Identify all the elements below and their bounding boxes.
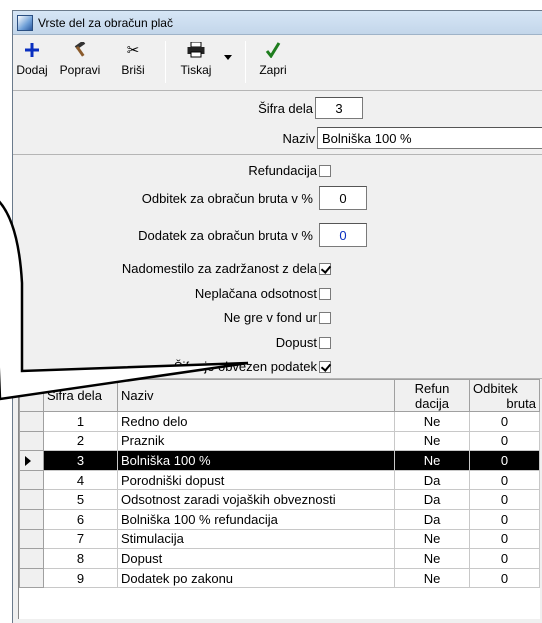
table-row[interactable]: 9 Dodatek po zakonu Ne 0: [19, 567, 540, 589]
compensation-checkbox[interactable]: [319, 263, 331, 275]
hammer-icon: [72, 39, 88, 61]
row-indicator[interactable]: [19, 489, 44, 510]
data-grid: Šifra dela Naziv Refun dacija Odbitek br…: [18, 379, 540, 619]
header-refund[interactable]: Refun dacija: [394, 379, 470, 412]
title-bar: Vrste del za obračun plač: [13, 11, 542, 35]
table-row[interactable]: 5 Odsotnost zaradi vojaških obveznosti D…: [19, 489, 540, 510]
form-header: Šifra dela 3 Naziv Bolniška 100 %: [13, 91, 542, 155]
header-code[interactable]: Šifra dela: [43, 379, 118, 412]
code-field[interactable]: 3: [315, 97, 363, 119]
deduction-field[interactable]: 0: [319, 186, 367, 210]
row-indicator-header: [19, 379, 44, 412]
header-deduction[interactable]: Odbitek bruta: [469, 379, 540, 412]
row-indicator[interactable]: [19, 430, 44, 452]
table-row[interactable]: 6 Bolniška 100 % refundacija Da 0: [19, 508, 540, 530]
toolbar-separator: [165, 41, 166, 83]
addition-field[interactable]: 0: [319, 223, 367, 247]
leave-checkbox[interactable]: [319, 337, 331, 349]
toolbar-separator: [245, 41, 246, 83]
checkmark-icon: [265, 39, 281, 61]
row-indicator[interactable]: [19, 528, 44, 550]
plus-icon: [25, 39, 39, 61]
unpaid-label: Neplačana odsotnost: [194, 286, 317, 301]
addition-label: Dodatek za obračun bruta v %: [138, 228, 313, 243]
current-row-arrow-icon: [25, 456, 31, 467]
toolbar: Dodaj Popravi ✂ Briši Tiskaj Zapri: [13, 35, 542, 91]
table-row[interactable]: 7 Stimulacija Ne 0: [19, 528, 540, 550]
row-indicator[interactable]: [19, 548, 44, 569]
compensation-label: Nadomestilo za zadržanost z dela: [121, 261, 317, 276]
required-label: Šifra je obvezen podatek: [173, 359, 317, 374]
row-indicator[interactable]: [19, 508, 44, 530]
table-row[interactable]: 1 Redno delo Ne 0: [19, 411, 540, 432]
refund-checkbox[interactable]: [319, 165, 331, 177]
printer-icon: [187, 39, 205, 61]
nofund-checkbox[interactable]: [319, 312, 331, 324]
table-row[interactable]: 8 Dopust Ne 0: [19, 548, 540, 569]
row-indicator[interactable]: [19, 567, 44, 589]
leave-label: Dopust: [275, 335, 317, 350]
close-button[interactable]: Zapri: [253, 39, 293, 85]
table-row[interactable]: 2 Praznik Ne 0: [19, 430, 540, 452]
grid-table: Šifra dela Naziv Refun dacija Odbitek br…: [19, 379, 540, 589]
nofund-label: Ne gre v fond ur: [223, 310, 317, 325]
table-row[interactable]: 4 Porodniški dopust Da 0: [19, 469, 540, 491]
name-field[interactable]: Bolniška 100 %: [317, 127, 542, 149]
delete-button[interactable]: ✂ Briši: [113, 39, 153, 85]
add-button[interactable]: Dodaj: [15, 39, 49, 85]
header-name[interactable]: Naziv: [117, 379, 395, 412]
table-row-selected[interactable]: 3 Bolniška 100 % Ne 0: [19, 450, 540, 471]
unpaid-checkbox[interactable]: [319, 288, 331, 300]
print-button[interactable]: Tiskaj: [173, 39, 219, 85]
window-title: Vrste del za obračun plač: [38, 15, 173, 30]
required-checkbox[interactable]: [319, 361, 331, 373]
form-options: Refundacija Odbitek za obračun bruta v %…: [13, 155, 542, 379]
code-label: Šifra dela: [258, 101, 313, 116]
name-label: Naziv: [282, 131, 315, 146]
edit-button[interactable]: Popravi: [53, 39, 107, 85]
row-indicator[interactable]: [19, 450, 44, 471]
deduction-label: Odbitek za obračun bruta v %: [141, 191, 313, 206]
app-icon: [17, 14, 33, 31]
refund-label: Refundacija: [248, 163, 317, 178]
scissors-icon: ✂: [126, 41, 140, 59]
row-indicator[interactable]: [19, 411, 44, 432]
row-indicator[interactable]: [19, 469, 44, 491]
